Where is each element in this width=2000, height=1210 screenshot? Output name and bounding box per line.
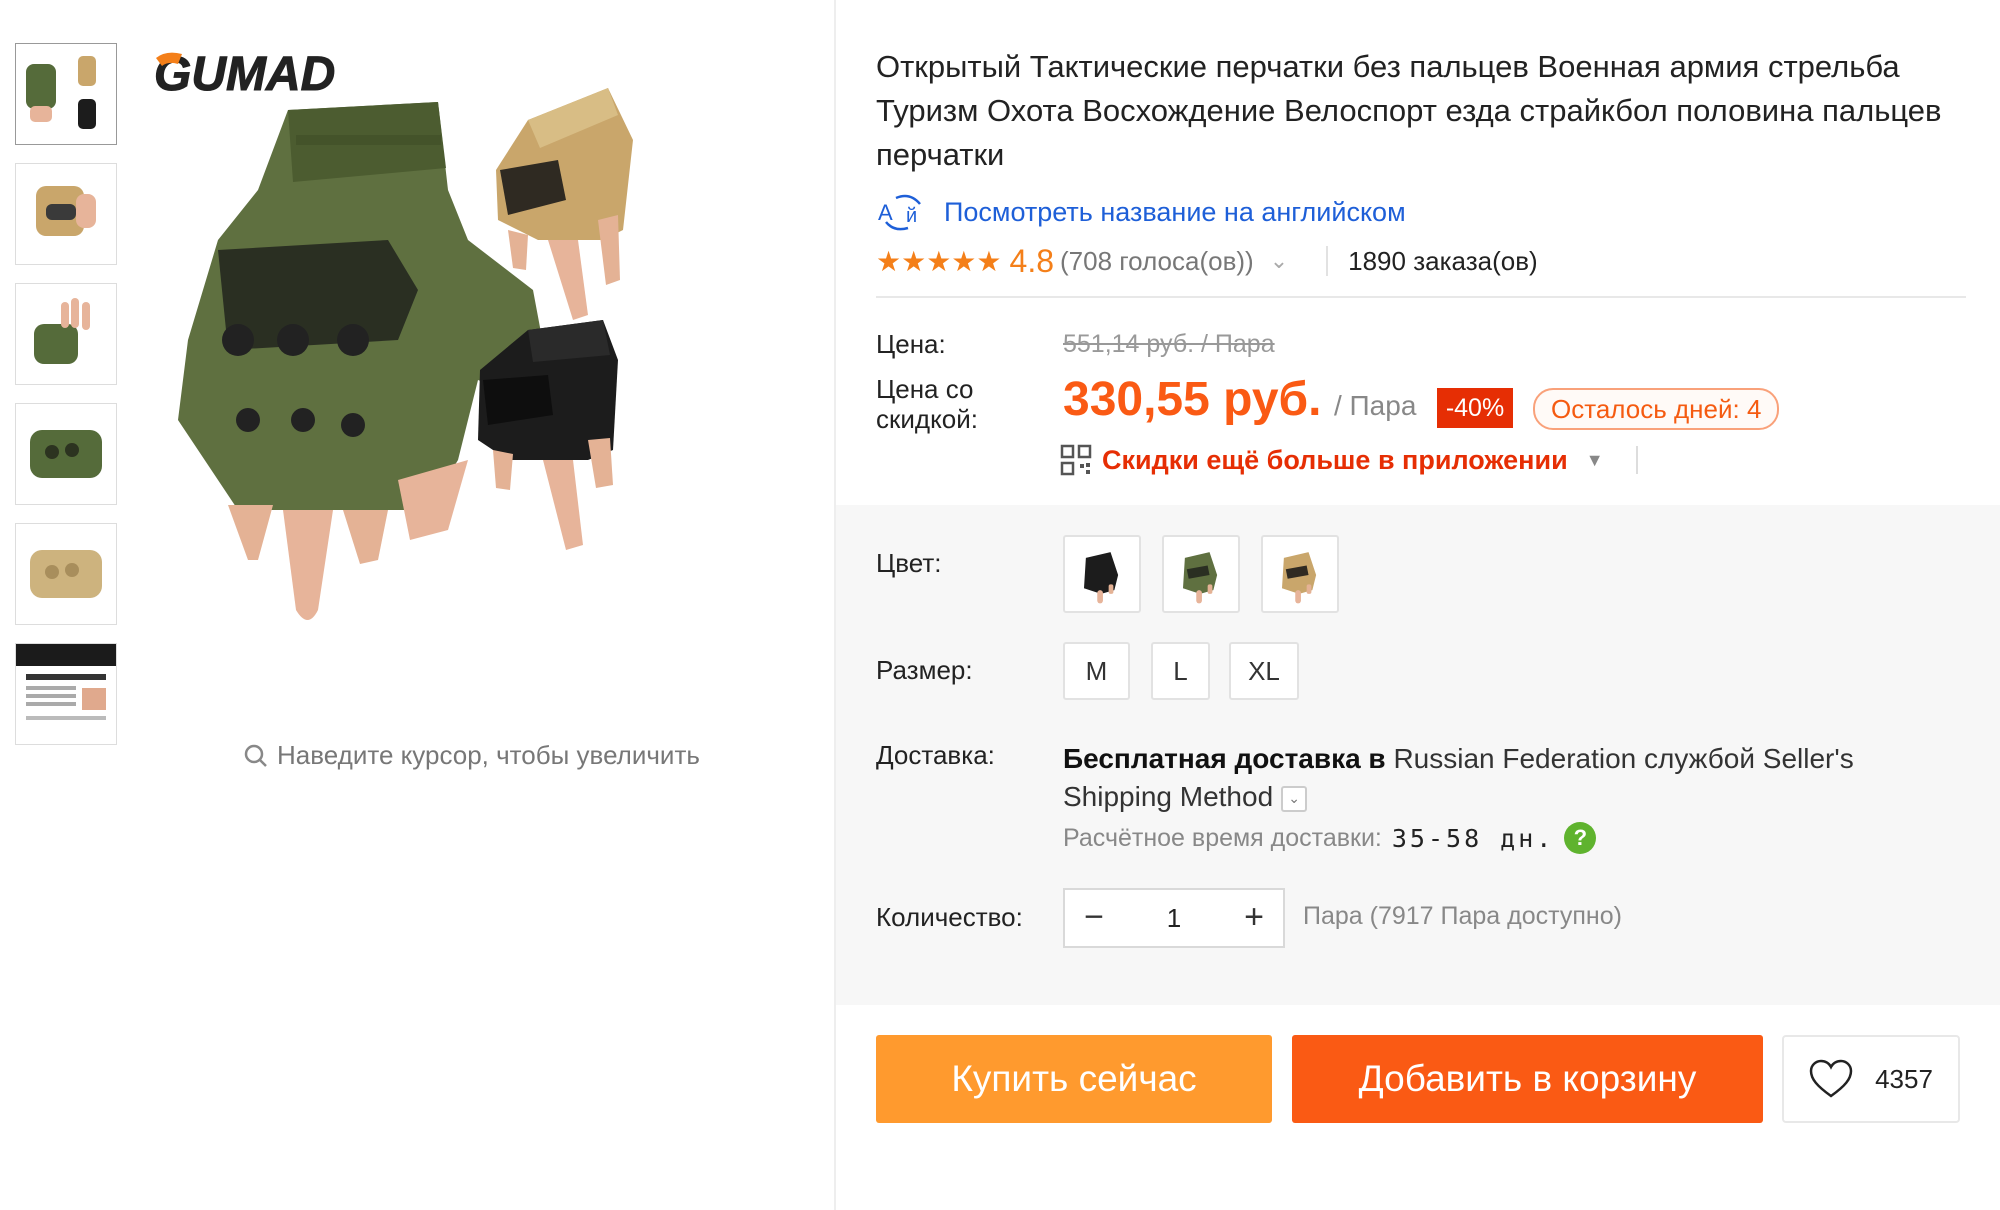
size-option-l[interactable]: L: [1151, 642, 1210, 700]
color-label: Цвет:: [876, 548, 942, 578]
current-price: 330,55 руб.: [1063, 373, 1322, 426]
thumbnail-1[interactable]: [15, 43, 117, 145]
svg-text:А: А: [878, 200, 893, 225]
size-option-m[interactable]: M: [1063, 642, 1130, 700]
separator: [1326, 246, 1329, 276]
product-main-image[interactable]: GUMAD: [148, 40, 808, 720]
discount-price-label: Цена со скидкой:: [876, 374, 978, 434]
price-label: Цена:: [876, 329, 946, 359]
rating-value: 4.8: [1009, 242, 1054, 279]
magnifier-icon: [244, 744, 267, 767]
quantity-decrease-button[interactable]: −: [1065, 890, 1123, 946]
buy-now-button[interactable]: Купить сейчас: [876, 1035, 1272, 1123]
quantity-label: Количество:: [876, 902, 1023, 932]
thumbnail-5[interactable]: [15, 523, 117, 625]
app-promo[interactable]: Скидки ещё больше в приложении ▼: [1060, 440, 1638, 480]
days-left-badge: Осталось дней: 4: [1533, 388, 1780, 430]
quantity-increase-button[interactable]: +: [1225, 890, 1283, 946]
qr-code-icon: [1060, 444, 1092, 476]
shipping-dropdown-icon[interactable]: ⌄: [1281, 785, 1308, 812]
zoom-hint-text: Наведите курсор, чтобы увеличить: [277, 740, 700, 770]
discount-price-label-line2: скидкой:: [876, 404, 978, 434]
app-promo-text: Скидки ещё больше в приложении: [1102, 444, 1568, 475]
zoom-hint: Наведите курсор, чтобы увеличить: [243, 740, 700, 771]
translate-icon: Ай: [876, 192, 928, 232]
color-swatch-black[interactable]: [1063, 535, 1141, 613]
help-icon[interactable]: ?: [1564, 822, 1597, 854]
thumbnail-2[interactable]: [15, 163, 117, 265]
color-swatch-tan[interactable]: [1261, 535, 1339, 613]
delivery-eta: Расчётное время доставки: 35-58 дн. ?: [1063, 822, 1597, 854]
shipping-via: службой: [1644, 743, 1755, 774]
translate-link-text: Посмотреть название на английском: [944, 196, 1406, 227]
shipping-label: Доставка:: [876, 740, 995, 770]
rating-stars: ★★★★★: [876, 245, 1002, 277]
thumbnail-3[interactable]: [15, 283, 117, 385]
eta-value: 35-58 дн.: [1391, 823, 1555, 853]
separator: [1635, 446, 1638, 474]
thumbnail-list: [15, 43, 117, 763]
quantity-input[interactable]: 1: [1167, 903, 1181, 934]
translate-link[interactable]: Ай Посмотреть название на английском: [876, 190, 1406, 234]
size-option-xl[interactable]: XL: [1229, 642, 1299, 700]
old-price: 551,14 руб. / Пара: [1063, 330, 1275, 358]
rating-row: ★★★★★ 4.8 (708 голоса(ов)) ⌄ 1890 заказа…: [876, 240, 1538, 282]
product-title: Открытый Тактические перчатки без пальце…: [876, 49, 1942, 172]
chevron-down-icon[interactable]: ⌄: [1270, 248, 1288, 274]
heart-icon: [1809, 1059, 1853, 1098]
quantity-stepper: − 1 +: [1063, 888, 1285, 948]
thumbnail-6[interactable]: [15, 643, 117, 745]
discount-badge: -40%: [1437, 388, 1513, 428]
caret-down-icon: ▼: [1585, 449, 1604, 470]
votes-count[interactable]: (708 голоса(ов)): [1060, 246, 1254, 277]
svg-text:й: й: [906, 205, 917, 227]
shipping-info: Бесплатная доставка в Russian Federation…: [1063, 740, 1943, 816]
shipping-destination[interactable]: Russian Federation: [1393, 743, 1636, 774]
add-to-cart-button[interactable]: Добавить в корзину: [1292, 1035, 1763, 1123]
price-unit: / Пара: [1334, 390, 1417, 421]
orders-count: 1890 заказа(ов): [1348, 245, 1538, 276]
discount-price-label-line1: Цена со: [876, 374, 974, 404]
wishlist-button[interactable]: 4357: [1782, 1035, 1960, 1123]
thumbnail-4[interactable]: [15, 403, 117, 505]
free-shipping-text: Бесплатная доставка в: [1063, 743, 1386, 774]
eta-label: Расчётное время доставки:: [1063, 823, 1382, 852]
brand-logo: GUMAD: [154, 48, 336, 102]
black-glove-image: [478, 320, 618, 550]
color-swatch-green[interactable]: [1162, 535, 1240, 613]
wishlist-count: 4357: [1875, 1063, 1933, 1094]
divider: [876, 296, 1966, 298]
quantity-available: Пара (7917 Пара доступно): [1303, 902, 1622, 930]
size-label: Размер:: [876, 655, 973, 685]
